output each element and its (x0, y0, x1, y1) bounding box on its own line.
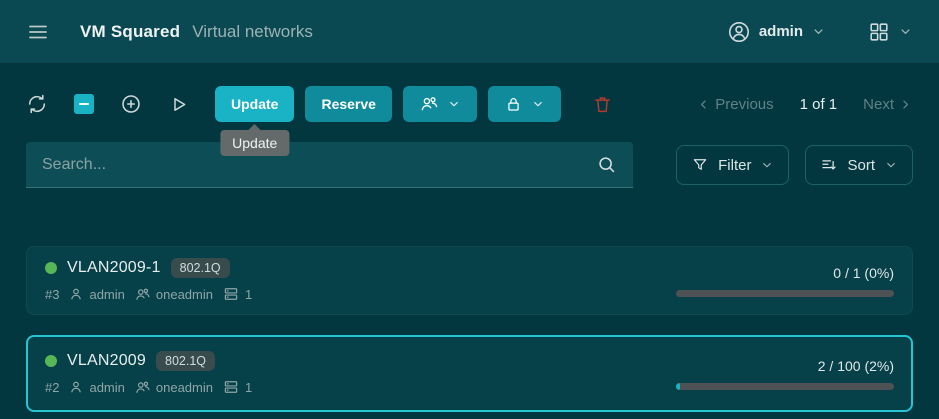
action-buttons: Update Update Reserve (215, 86, 613, 122)
avatar-icon (727, 20, 751, 44)
chevron-down-icon (811, 24, 826, 39)
ownership-dropdown-button[interactable] (403, 86, 477, 122)
lease-usage-block: 2 / 100 (2%) (676, 358, 894, 390)
owner-item: admin (68, 379, 124, 395)
lease-progress-fill (676, 383, 680, 390)
search-icon (596, 154, 617, 175)
network-card[interactable]: VLAN2009 802.1Q #2 admin (26, 335, 913, 412)
search-input[interactable] (42, 156, 596, 174)
search-bar (26, 142, 633, 188)
refresh-button[interactable] (26, 93, 48, 115)
page-status: 1 of 1 (800, 96, 838, 113)
page-title: Virtual networks (192, 22, 313, 42)
sort-icon (820, 156, 838, 174)
user-icon (68, 286, 84, 302)
tool-icons (26, 93, 189, 115)
create-button[interactable] (120, 93, 142, 115)
pagination: Previous 1 of 1 Next (696, 96, 913, 113)
state-dot (45, 262, 57, 274)
menu-icon[interactable] (26, 20, 50, 44)
apps-grid-icon (868, 21, 890, 43)
main-content: Update Update Reserve (0, 64, 939, 419)
lease-usage: 0 / 1 (0%) (833, 265, 894, 281)
delete-button[interactable] (592, 94, 613, 115)
chevron-down-icon (898, 24, 913, 39)
sort-label: Sort (847, 157, 875, 174)
user-icon (68, 379, 84, 395)
app-title: VM Squared (80, 22, 180, 42)
filter-label: Filter (718, 157, 751, 174)
network-name: VLAN2009 (67, 352, 146, 370)
chevron-down-icon (447, 97, 461, 111)
top-bar-right: admin (727, 20, 913, 44)
group-icon (134, 379, 151, 396)
group-item: oneadmin (134, 379, 213, 396)
reserve-button[interactable]: Reserve (305, 86, 392, 122)
indeterminate-mark (79, 103, 89, 105)
update-tooltip: Update (220, 130, 289, 156)
chevron-down-icon (884, 158, 898, 172)
clusters-count: 1 (245, 380, 252, 395)
user-name: admin (759, 23, 803, 40)
state-dot (45, 355, 57, 367)
select-all-checkbox[interactable] (74, 94, 94, 114)
group-icon (419, 94, 439, 114)
list-controls: Filter Sort (676, 145, 913, 185)
clusters-count: 1 (245, 287, 252, 302)
next-label: Next (863, 96, 894, 113)
network-id: #3 (45, 287, 59, 302)
filter-icon (691, 156, 709, 174)
group-icon (134, 286, 151, 303)
app-window: VM Squared Virtual networks admin (0, 0, 939, 419)
instantiate-button[interactable] (168, 94, 189, 115)
network-id: #2 (45, 380, 59, 395)
lock-icon (504, 95, 523, 114)
update-button-wrap: Update Update (215, 86, 294, 122)
filter-button[interactable]: Filter (676, 145, 789, 185)
vlan-badge: 802.1Q (171, 258, 230, 278)
network-card[interactable]: VLAN2009-1 802.1Q #3 admin (26, 246, 913, 315)
actions-toolbar: Update Update Reserve (26, 86, 913, 122)
lease-usage-block: 0 / 1 (0%) (676, 265, 894, 297)
chevron-down-icon (760, 158, 774, 172)
group-item: oneadmin (134, 286, 213, 303)
chevron-down-icon (531, 97, 545, 111)
vlan-badge: 802.1Q (156, 351, 215, 371)
clusters-icon (222, 378, 240, 396)
user-menu[interactable]: admin (727, 20, 826, 44)
previous-label: Previous (715, 96, 773, 113)
sort-button[interactable]: Sort (805, 145, 913, 185)
top-bar: VM Squared Virtual networks admin (0, 0, 939, 64)
owner-name: admin (89, 380, 124, 395)
lease-usage: 2 / 100 (2%) (818, 358, 894, 374)
update-button[interactable]: Update (215, 86, 294, 122)
owner-item: admin (68, 286, 124, 302)
network-info: VLAN2009-1 802.1Q #3 admin (45, 258, 252, 303)
lease-progress-track (676, 290, 894, 297)
lease-progress-track (676, 383, 894, 390)
owner-name: admin (89, 287, 124, 302)
group-name: oneadmin (156, 287, 213, 302)
clusters-item: 1 (222, 378, 252, 396)
clusters-icon (222, 285, 240, 303)
next-page-button[interactable]: Next (863, 96, 913, 113)
lock-dropdown-button[interactable] (488, 86, 561, 122)
network-name: VLAN2009-1 (67, 259, 161, 277)
search-row: Filter Sort (26, 142, 913, 188)
network-list: VLAN2009-1 802.1Q #3 admin (26, 246, 913, 412)
apps-menu[interactable] (868, 21, 913, 43)
previous-page-button[interactable]: Previous (696, 96, 773, 113)
clusters-item: 1 (222, 285, 252, 303)
group-name: oneadmin (156, 380, 213, 395)
network-info: VLAN2009 802.1Q #2 admin (45, 351, 252, 396)
